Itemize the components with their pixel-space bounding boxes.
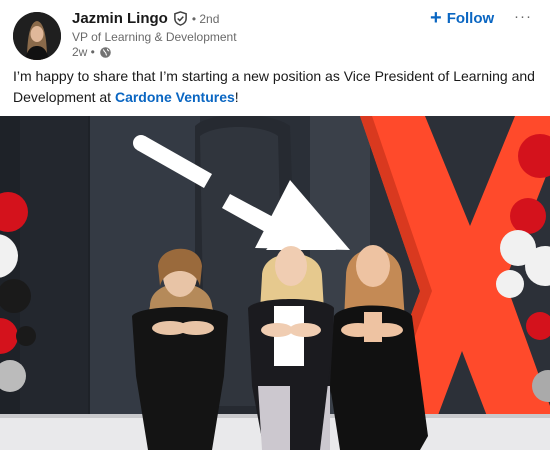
follow-label: Follow [446, 9, 495, 27]
follow-button[interactable]: + Follow [426, 8, 498, 28]
plus-icon: + [430, 7, 442, 29]
post-timestamp: 2w • [72, 45, 95, 59]
globe-icon [99, 46, 112, 59]
author-name-row: Jazmin Lingo • 2nd [72, 10, 219, 27]
ellipsis-icon: ··· [514, 7, 532, 25]
company-mention-link[interactable]: Cardone Ventures [115, 89, 235, 105]
post-text-end: ! [234, 89, 239, 105]
post-header: Jazmin Lingo • 2nd VP of Learning & Deve… [0, 0, 550, 64]
author-name[interactable]: Jazmin Lingo [72, 10, 168, 27]
post-text-body: I’m happy to share that I’m starting a n… [13, 68, 535, 105]
post-bottom-edge [0, 450, 550, 455]
post-meta: 2w • [72, 45, 112, 59]
post-photo-svg [0, 116, 550, 450]
author-headline: VP of Learning & Development [72, 30, 237, 44]
post-image[interactable] [0, 116, 550, 450]
author-avatar[interactable] [13, 12, 61, 60]
connection-degree: • 2nd [191, 11, 220, 26]
post-text: I’m happy to share that I’m starting a n… [13, 66, 543, 108]
more-options-button[interactable]: ··· [512, 6, 534, 26]
verified-shield-icon [173, 11, 188, 26]
